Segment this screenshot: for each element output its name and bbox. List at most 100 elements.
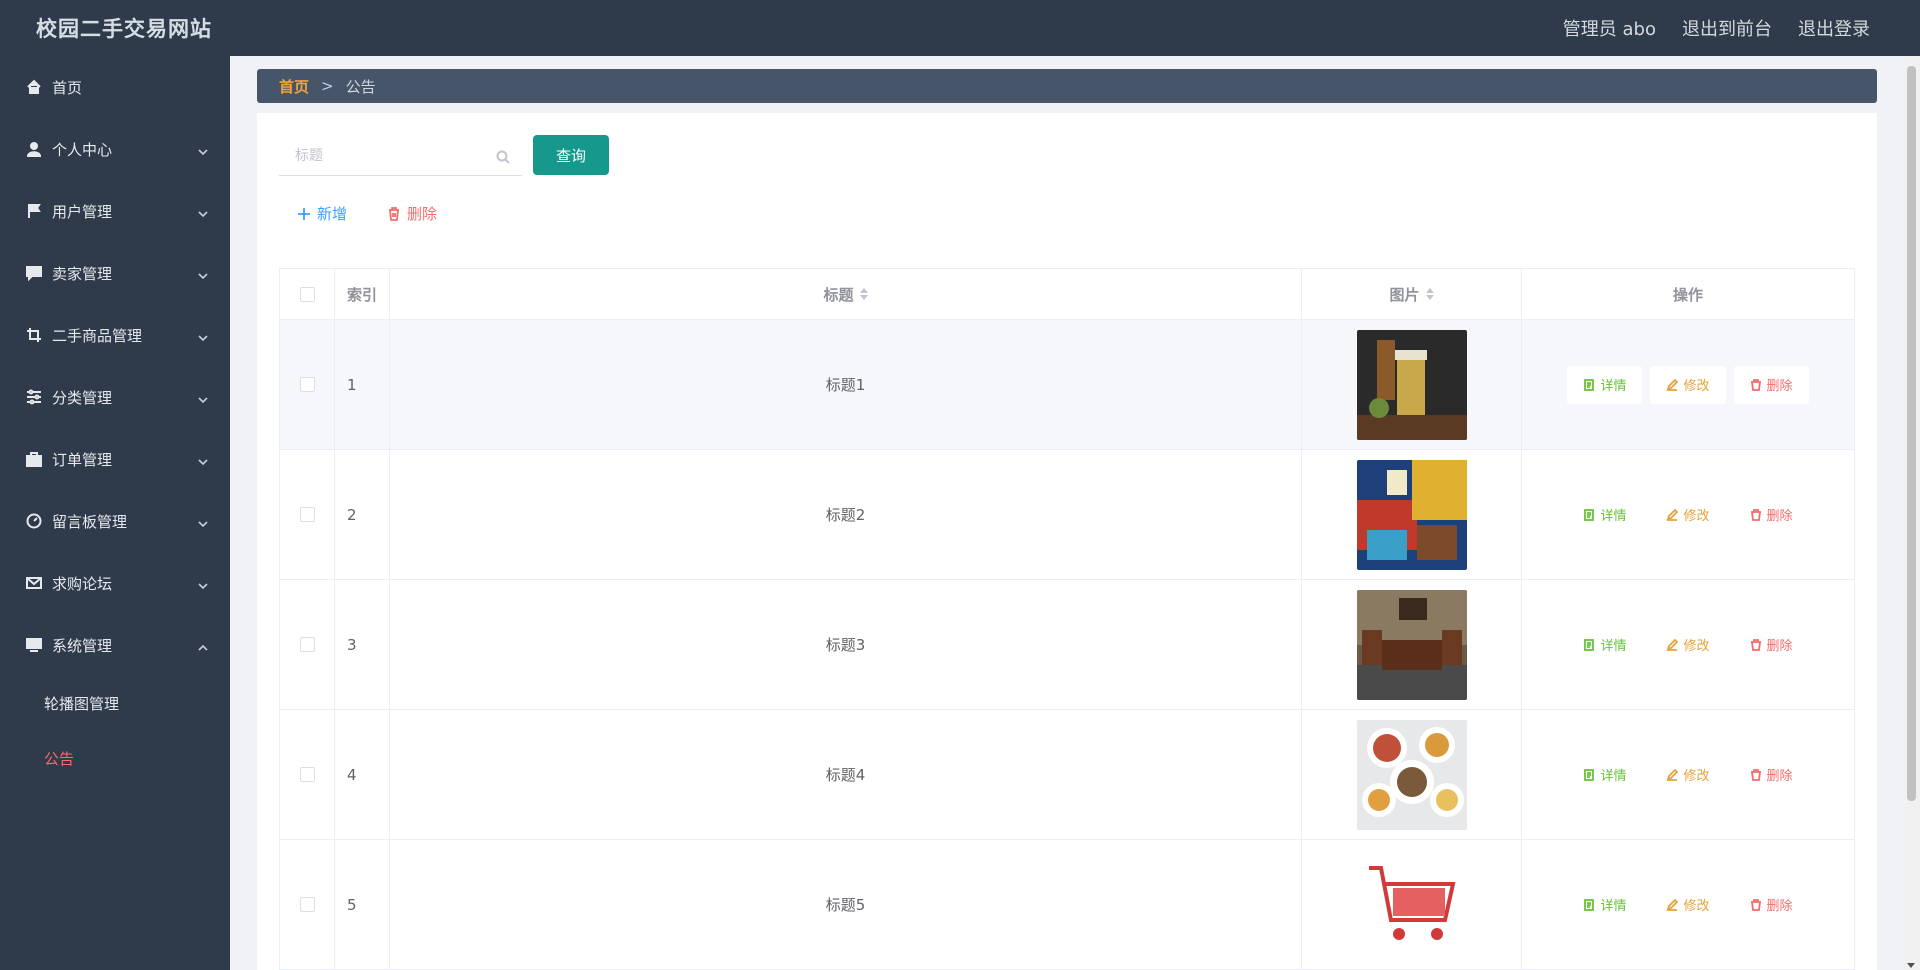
sidebar-item-users[interactable]: 用户管理 — [0, 180, 230, 242]
query-button[interactable]: 查询 — [533, 135, 609, 175]
trash-icon — [1750, 768, 1761, 781]
row-thumbnail[interactable] — [1356, 459, 1467, 570]
chevron-down-icon — [198, 329, 208, 342]
breadcrumb-home[interactable]: 首页 — [279, 76, 309, 97]
sidebar-item-label: 首页 — [52, 78, 83, 97]
document-icon — [1584, 898, 1595, 911]
edit-icon — [1667, 638, 1679, 651]
detail-button[interactable]: 详情 — [1567, 756, 1642, 794]
sidebar-item-category[interactable]: 分类管理 — [0, 366, 230, 428]
chevron-down-icon — [198, 453, 208, 466]
header-index: 索引 — [335, 269, 390, 319]
delete-button[interactable]: 删除 — [1734, 756, 1809, 794]
sidebar-item-label: 订单管理 — [52, 450, 113, 469]
chevron-down-icon — [198, 205, 208, 218]
add-button-label: 新增 — [317, 205, 348, 223]
row-checkbox[interactable] — [299, 897, 315, 912]
header-title-label: 标题 — [823, 285, 854, 304]
search-input[interactable] — [295, 147, 485, 164]
search-icon[interactable] — [496, 149, 510, 164]
sidebar-item-label: 系统管理 — [52, 636, 113, 655]
table-row: 1 标题1 详情 修改 删除 — [280, 320, 1854, 450]
header-title[interactable]: 标题 — [390, 269, 1302, 319]
row-index: 1 — [335, 320, 390, 449]
sort-icon[interactable] — [1425, 288, 1434, 300]
row-checkbox[interactable] — [299, 507, 315, 522]
dashboard-icon — [26, 513, 42, 529]
edit-button[interactable]: 修改 — [1650, 496, 1725, 534]
detail-button[interactable]: 详情 — [1567, 365, 1643, 404]
row-thumbnail[interactable] — [1356, 329, 1467, 440]
delete-button[interactable]: 删除 — [1734, 626, 1809, 664]
edit-button[interactable]: 修改 — [1650, 365, 1726, 404]
document-icon — [1584, 378, 1595, 391]
edit-icon — [1667, 768, 1679, 781]
edit-button[interactable]: 修改 — [1650, 626, 1725, 664]
document-icon — [1584, 768, 1595, 781]
exit-to-front-link[interactable]: 退出到前台 — [1682, 15, 1772, 41]
sidebar-item-sellers[interactable]: 卖家管理 — [0, 242, 230, 304]
row-thumbnail[interactable] — [1356, 849, 1467, 960]
page-scrollbar[interactable] — [1903, 56, 1920, 970]
admin-label[interactable]: 管理员 abo — [1563, 15, 1656, 41]
sidebar-item-label: 用户管理 — [52, 202, 113, 221]
header-image[interactable]: 图片 — [1302, 269, 1522, 319]
table-row: 4 标题4 详情 修改 删除 — [280, 710, 1854, 840]
document-icon — [1584, 508, 1595, 521]
scrollbar-thumb[interactable] — [1907, 66, 1916, 801]
briefcase-icon — [26, 451, 42, 467]
edit-button[interactable]: 修改 — [1650, 886, 1725, 924]
header-op: 操作 — [1672, 285, 1703, 304]
row-thumbnail[interactable] — [1356, 719, 1467, 830]
sidebar-item-label: 个人中心 — [52, 140, 113, 159]
batch-delete-button[interactable]: 删除 — [387, 203, 437, 224]
trash-icon — [1750, 508, 1761, 521]
system-icon — [26, 637, 42, 653]
edit-icon — [1667, 508, 1679, 521]
row-checkbox[interactable] — [299, 767, 315, 782]
sidebar-item-messages[interactable]: 留言板管理 — [0, 490, 230, 552]
row-checkbox[interactable] — [299, 637, 315, 652]
flag-icon — [26, 203, 42, 219]
crop-icon — [26, 327, 42, 343]
sidebar-item-home[interactable]: 首页 — [0, 56, 230, 118]
header-image-label: 图片 — [1389, 285, 1420, 304]
breadcrumb: 首页 > 公告 — [257, 69, 1877, 103]
sidebar-item-orders[interactable]: 订单管理 — [0, 428, 230, 490]
row-title: 标题1 — [390, 320, 1302, 449]
row-index: 5 — [335, 840, 390, 969]
sidebar-item-personal[interactable]: 个人中心 — [0, 118, 230, 180]
action-row: 新增 删除 — [297, 203, 437, 224]
sidebar-subitem-notice[interactable]: 公告 — [0, 731, 230, 786]
edit-button[interactable]: 修改 — [1650, 756, 1725, 794]
sidebar-item-system[interactable]: 系统管理 — [0, 614, 230, 676]
trash-icon — [389, 206, 400, 221]
row-checkbox[interactable] — [299, 377, 315, 392]
sidebar-item-goods[interactable]: 二手商品管理 — [0, 304, 230, 366]
delete-button[interactable]: 删除 — [1734, 886, 1809, 924]
detail-button[interactable]: 详情 — [1567, 886, 1642, 924]
chevron-down-icon — [198, 515, 208, 528]
select-all-checkbox[interactable] — [299, 286, 315, 302]
sidebar-subitem-carousel[interactable]: 轮播图管理 — [0, 676, 230, 731]
sidebar-item-forum[interactable]: 求购论坛 — [0, 552, 230, 614]
chat-icon — [26, 265, 42, 281]
logout-link[interactable]: 退出登录 — [1798, 15, 1870, 41]
add-button[interactable]: 新增 — [297, 203, 347, 224]
row-title: 标题5 — [390, 840, 1302, 969]
row-index: 3 — [335, 580, 390, 709]
row-thumbnail[interactable] — [1356, 589, 1467, 700]
row-title: 标题3 — [390, 580, 1302, 709]
sliders-icon — [26, 389, 42, 405]
batch-delete-label: 删除 — [407, 205, 438, 223]
scroll-down-arrow[interactable] — [1907, 963, 1915, 968]
notice-table: 索引 标题 图片 操作 1 标题1 详情 修改 删除 2 标题2 详情 修改 删… — [279, 268, 1855, 970]
detail-button[interactable]: 详情 — [1567, 496, 1642, 534]
row-index: 2 — [335, 450, 390, 579]
top-bar: 校园二手交易网站 管理员 abo 退出到前台 退出登录 — [0, 0, 1920, 56]
row-title: 标题4 — [390, 710, 1302, 839]
delete-button[interactable]: 删除 — [1734, 496, 1809, 534]
detail-button[interactable]: 详情 — [1567, 626, 1642, 664]
sort-icon[interactable] — [859, 288, 868, 300]
delete-button[interactable]: 删除 — [1733, 365, 1809, 404]
